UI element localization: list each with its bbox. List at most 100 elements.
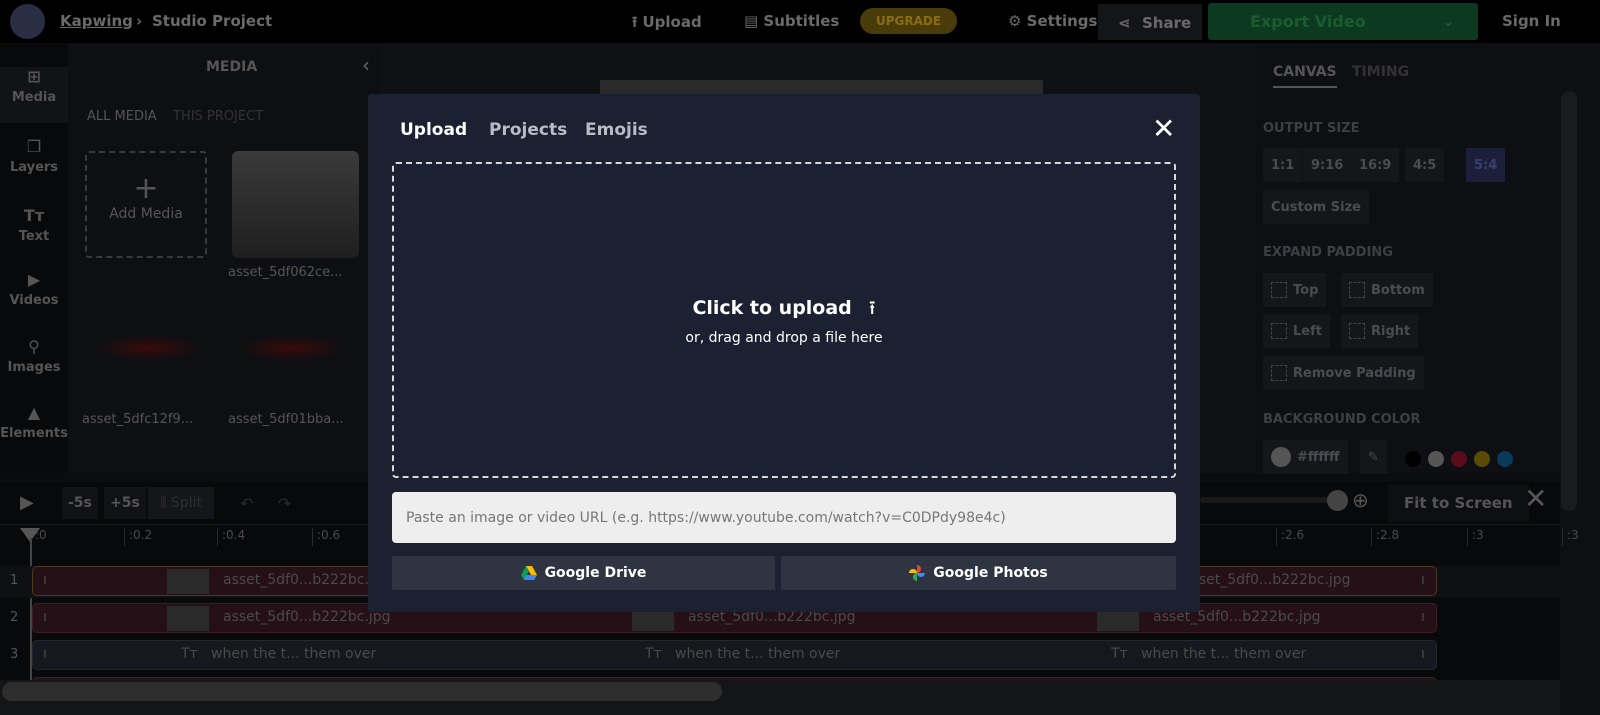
tab-all-media[interactable]: ALL MEDIA — [87, 109, 157, 124]
scrollbar-thumb[interactable] — [2, 682, 722, 701]
ruler-tick: :0.2 — [124, 528, 152, 546]
google-photos-button[interactable]: Google Photos — [781, 556, 1176, 590]
text-icon: Tт — [23, 206, 45, 225]
project-title[interactable]: Studio Project — [152, 12, 272, 30]
vertical-scrollbar[interactable] — [1560, 43, 1600, 715]
close-icon[interactable]: ✕ — [1152, 112, 1175, 145]
export-dropdown-chevron-icon[interactable]: ⌄ — [1442, 12, 1455, 30]
padding-right-button[interactable]: Right — [1341, 314, 1419, 348]
media-thumbnail[interactable] — [228, 333, 355, 363]
color-preset[interactable] — [1497, 451, 1513, 467]
redo-icon[interactable]: ↷ — [278, 494, 291, 513]
size-4-5-button[interactable]: 4:5 — [1405, 148, 1445, 182]
color-preset[interactable] — [1428, 451, 1444, 467]
color-preset[interactable] — [1451, 451, 1467, 467]
clip-label: asset_5df0...b222bc.jpg — [1183, 572, 1351, 588]
timeline-clip-text[interactable]: ı Tт when the t... them over Tт when the… — [32, 640, 1437, 670]
padding-left-button[interactable]: Left — [1263, 314, 1330, 348]
track-number: 2 — [10, 610, 19, 625]
split-button[interactable]: ⫼ Split — [148, 487, 214, 519]
tab-timing[interactable]: TIMING — [1352, 64, 1409, 80]
collapse-chevron-icon[interactable]: ‹ — [362, 53, 370, 77]
media-thumbnail[interactable] — [85, 333, 212, 363]
top-bar: Kapwing › Studio Project ⭱ Upload ▤ Subt… — [0, 0, 1600, 43]
sidebar-label: Videos — [9, 293, 59, 308]
export-video-button[interactable]: Export Video ⌄ — [1208, 3, 1478, 40]
subtitles-icon: ▤ — [744, 12, 764, 30]
sidebar-item-media[interactable]: ⊞ Media — [0, 67, 68, 123]
asset-name: asset_5df01bba... — [228, 412, 344, 427]
size-16-9-button[interactable]: 16:9 — [1351, 148, 1400, 182]
images-icon: ⚲ — [28, 337, 40, 356]
close-timeline-icon[interactable]: ✕ — [1524, 482, 1547, 515]
sidebar-item-images[interactable]: ⚲ Images — [0, 337, 68, 375]
tab-projects[interactable]: Projects — [489, 120, 567, 140]
share-button[interactable]: ⋖ Share — [1098, 4, 1202, 40]
upgrade-button[interactable]: UPGRADE — [860, 8, 958, 34]
sign-in-link[interactable]: Sign In — [1502, 12, 1561, 30]
sidebar-label: Text — [18, 229, 50, 244]
play-icon[interactable]: ▶ — [20, 492, 34, 513]
remove-padding-button[interactable]: Remove Padding — [1263, 356, 1424, 390]
background-color-picker[interactable]: #ffffff — [1263, 440, 1348, 474]
elements-icon: ▲ — [27, 403, 41, 422]
sidebar-item-text[interactable]: Tт Text — [0, 206, 68, 244]
upload-button[interactable]: ⭱ Upload — [632, 12, 702, 37]
ruler-tick: :0.4 — [217, 528, 245, 546]
url-input[interactable] — [392, 492, 1176, 543]
size-5-4-button[interactable]: 5:4 — [1466, 148, 1506, 182]
custom-size-button[interactable]: Custom Size — [1263, 190, 1369, 224]
google-drive-button[interactable]: Google Drive — [392, 556, 775, 590]
file-drop-zone[interactable]: Click to upload ⭱ or, drag and drop a fi… — [392, 162, 1176, 478]
tab-upload[interactable]: Upload — [400, 120, 467, 140]
undo-icon[interactable]: ↶ — [240, 494, 253, 513]
clip-label: when the t... them over — [1141, 646, 1307, 662]
clip-handle[interactable]: ı — [1421, 646, 1425, 662]
zoom-slider-handle[interactable] — [1327, 490, 1348, 511]
tab-emojis[interactable]: Emojis — [585, 120, 648, 140]
eyedropper-icon[interactable]: ✎ — [1360, 440, 1387, 474]
clip-handle[interactable]: ı — [43, 646, 47, 662]
canvas-settings-panel: CANVAS TIMING OUTPUT SIZE 1:1 9:16 16:9 … — [1255, 43, 1560, 474]
sidebar-item-videos[interactable]: ▶ Videos — [0, 270, 68, 308]
ruler-tick: :2.8 — [1371, 528, 1399, 546]
asset-name: asset_5df062ce... — [228, 265, 343, 280]
add-media-button[interactable]: + Add Media — [85, 151, 207, 258]
clip-handle[interactable]: ı — [1421, 609, 1425, 625]
sidebar-label: Elements — [0, 426, 68, 441]
size-9-16-button[interactable]: 9:16 — [1303, 148, 1352, 182]
horizontal-scrollbar[interactable] — [0, 680, 1560, 715]
size-1-1-button[interactable]: 1:1 — [1263, 148, 1303, 182]
google-photos-icon — [909, 565, 926, 581]
forward-5s-button[interactable]: +5s — [104, 487, 146, 519]
subtitles-button[interactable]: ▤ Subtitles — [744, 12, 839, 30]
fit-to-screen-button[interactable]: Fit to Screen — [1388, 484, 1529, 522]
color-preset[interactable] — [1474, 451, 1490, 467]
rewind-5s-button[interactable]: -5s — [62, 487, 98, 519]
media-thumbnail[interactable] — [232, 151, 359, 258]
brand-link[interactable]: Kapwing — [60, 12, 133, 30]
sidebar-item-elements[interactable]: ▲ Elements — [0, 403, 68, 441]
add-media-label: Add Media — [109, 206, 183, 222]
clip-handle[interactable]: ı — [43, 572, 47, 588]
clip-handle[interactable]: ı — [43, 609, 47, 625]
ruler-tick: :3 — [1562, 528, 1579, 546]
sidebar-item-layers[interactable]: ❐ Layers — [0, 137, 68, 175]
clip-label: asset_5df0...b222bc.jpg — [223, 572, 391, 588]
color-preset[interactable] — [1405, 451, 1421, 467]
user-avatar[interactable] — [10, 4, 45, 39]
padding-bottom-button[interactable]: Bottom — [1341, 273, 1433, 307]
tab-this-project[interactable]: THIS PROJECT — [173, 109, 263, 124]
clip-handle[interactable]: ı — [1421, 572, 1425, 588]
padding-label: Bottom — [1371, 282, 1425, 298]
scrollbar-thumb[interactable] — [1561, 91, 1577, 511]
clip-label: asset_5df0...b222bc.jpg — [223, 609, 391, 625]
tab-canvas[interactable]: CANVAS — [1273, 64, 1337, 88]
zoom-in-icon[interactable]: ⊕ — [1352, 488, 1369, 512]
export-label: Export Video — [1250, 12, 1366, 31]
zoom-slider[interactable] — [1200, 497, 1340, 503]
media-title: MEDIA — [206, 59, 258, 75]
padding-top-button[interactable]: Top — [1263, 273, 1327, 307]
sidebar-label: Layers — [9, 160, 59, 175]
settings-button[interactable]: ⚙ Settings — [1008, 12, 1097, 30]
